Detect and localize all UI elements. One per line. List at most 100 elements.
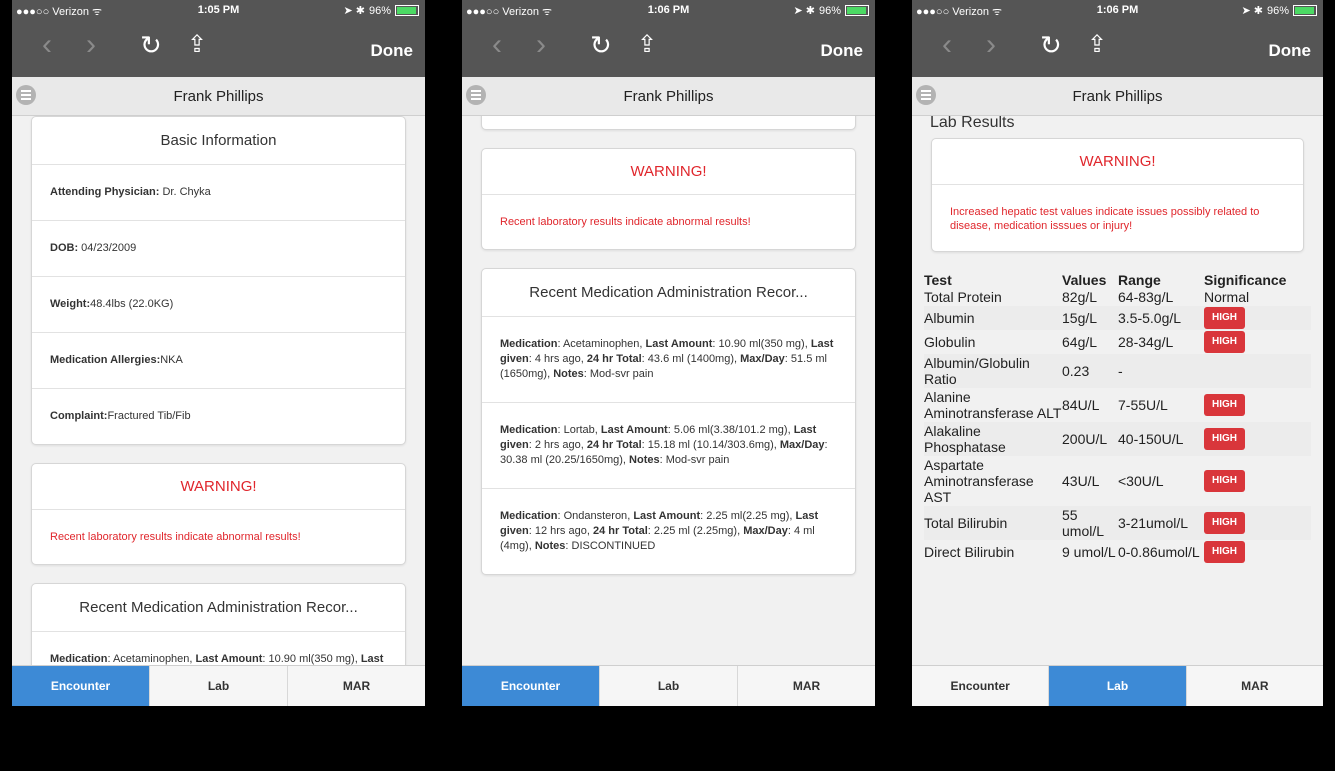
- tab-mar[interactable]: MAR: [737, 666, 875, 706]
- significance-cell: HIGH: [1204, 540, 1311, 564]
- tab-lab[interactable]: Lab: [149, 666, 287, 706]
- table-header-row: Test Values Range Significance: [924, 270, 1311, 288]
- high-badge: HIGH: [1204, 512, 1245, 534]
- significance-cell: [1204, 354, 1311, 388]
- status-bar: ●●●○○ Verizon ᯤ 1:06 PM ➤ ✱ 96%: [462, 0, 875, 20]
- mar-card: Recent Medication Administration Recor..…: [31, 583, 406, 666]
- reload-icon[interactable]: ↻: [1040, 30, 1062, 60]
- done-button[interactable]: Done: [371, 41, 414, 61]
- test-range: 7-55U/L: [1118, 397, 1168, 413]
- lab-results-table: Test Values Range Significance Total Pro…: [924, 270, 1311, 564]
- test-value: 15g/L: [1062, 306, 1118, 330]
- significance-cell: HIGH: [1204, 456, 1311, 506]
- test-value: 55 umol/L: [1062, 506, 1118, 540]
- mar-item: Medication: Ondansteron, Last Amount: 2.…: [500, 510, 819, 552]
- mar-item: Medication: Acetaminophen, Last Amount: …: [482, 317, 855, 403]
- forward-icon[interactable]: ›: [86, 30, 96, 60]
- tab-lab[interactable]: Lab: [1048, 666, 1186, 706]
- tab-mar[interactable]: MAR: [1185, 666, 1323, 706]
- table-row: Alakaline Phosphatase 200U/L 40-150U/L HIGH: [924, 422, 1311, 456]
- page-header: Frank Phillips: [462, 77, 875, 116]
- done-button[interactable]: Done: [821, 41, 864, 61]
- tab-encounter[interactable]: Encounter: [462, 666, 599, 706]
- battery-icon: [845, 5, 869, 16]
- status-bar: ●●●○○ Verizon ᯤ 1:05 PM ➤ ✱ 96%: [12, 0, 425, 20]
- warning-card: WARNING! Recent laboratory results indic…: [31, 463, 406, 565]
- mar-item: Medication: Acetaminophen, Last Amount: …: [50, 653, 384, 665]
- location-bluetooth-icon: ➤ ✱: [793, 5, 815, 17]
- complaint: Complaint:Fractured Tib/Fib: [50, 410, 191, 422]
- table-row: Globulin 64g/L 28-34g/L HIGH: [924, 330, 1311, 354]
- tab-encounter[interactable]: Encounter: [12, 666, 149, 706]
- test-range: <30U/L: [1118, 473, 1164, 489]
- column-header: Test: [924, 272, 952, 288]
- test-value: 82g/L: [1062, 289, 1098, 305]
- lab-results-title: Lab Results: [930, 116, 1015, 131]
- test-name: Alanine Aminotransferase ALT: [924, 389, 1062, 421]
- test-name: Total Protein: [924, 289, 1002, 305]
- table-row: Total Bilirubin 55 umol/L 3-21umol/L HIGH: [924, 506, 1311, 540]
- test-range: 40-150U/L: [1118, 422, 1204, 456]
- screen-encounter-top: ●●●○○ Verizon ᯤ 1:05 PM ➤ ✱ 96% ‹ › ↻ ⇪ …: [12, 0, 425, 706]
- share-icon[interactable]: ⇪: [637, 30, 657, 60]
- share-icon[interactable]: ⇪: [1087, 30, 1107, 60]
- reload-icon[interactable]: ↻: [140, 30, 162, 60]
- basic-info-card: Basic Information Attending Physician: D…: [31, 116, 406, 445]
- tab-bar: Encounter Lab MAR: [462, 665, 875, 706]
- reload-icon[interactable]: ↻: [590, 30, 612, 60]
- test-value: 84U/L: [1062, 397, 1100, 413]
- done-button[interactable]: Done: [1269, 41, 1312, 61]
- forward-icon[interactable]: ›: [536, 30, 546, 60]
- warning-title: WARNING!: [932, 139, 1303, 185]
- table-row: Aspartate Aminotransferase AST 43U/L <30U/…: [924, 456, 1311, 506]
- browser-navbar: ‹ › ↻ ⇪ Done: [462, 20, 875, 77]
- column-header: Significance: [1204, 272, 1287, 288]
- significance-cell: HIGH: [1204, 388, 1311, 422]
- battery-percent: 96%: [818, 4, 841, 17]
- location-bluetooth-icon: ➤ ✱: [343, 5, 365, 17]
- table-row: Alanine Aminotransferase ALT 84U/L 7-55U/L…: [924, 388, 1311, 422]
- content-area[interactable]: Complaint:Fractured Tib/Fib WARNING! Rec…: [462, 116, 875, 666]
- content-area[interactable]: Basic Information Attending Physician: D…: [12, 116, 425, 666]
- screen-lab: ●●●○○ Verizon ᯤ 1:06 PM ➤ ✱ 96% ‹ › ↻ ⇪ …: [912, 0, 1323, 706]
- significance-cell: HIGH: [1204, 506, 1311, 540]
- battery-percent: 96%: [1266, 4, 1289, 17]
- mar-header: Recent Medication Administration Recor..…: [32, 584, 405, 632]
- share-icon[interactable]: ⇪: [187, 30, 207, 60]
- patient-name: Frank Phillips: [623, 88, 714, 105]
- significance-cell: HIGH: [1204, 422, 1311, 456]
- forward-icon[interactable]: ›: [986, 30, 996, 60]
- test-value: 64g/L: [1062, 334, 1098, 350]
- test-value: 9 umol/L: [1062, 544, 1116, 560]
- basic-info-header: Basic Information: [32, 117, 405, 165]
- content-area[interactable]: Lab Results WARNING! Increased hepatic t…: [912, 116, 1323, 666]
- weight: Weight:48.4lbs (22.0KG): [32, 277, 405, 333]
- screen-encounter-scrolled: ●●●○○ Verizon ᯤ 1:06 PM ➤ ✱ 96% ‹ › ↻ ⇪ …: [462, 0, 875, 706]
- dob: DOB: 04/23/2009: [32, 221, 405, 277]
- patient-name: Frank Phillips: [1072, 88, 1163, 105]
- battery-icon: [395, 5, 419, 16]
- status-bar: ●●●○○ Verizon ᯤ 1:06 PM ➤ ✱ 96%: [912, 0, 1323, 20]
- back-icon[interactable]: ‹: [942, 30, 952, 60]
- patient-name: Frank Phillips: [173, 88, 264, 105]
- back-icon[interactable]: ‹: [492, 30, 502, 60]
- warning-card: WARNING! Recent laboratory results indic…: [481, 148, 856, 250]
- high-badge: HIGH: [1204, 394, 1245, 416]
- test-range: 3-21umol/L: [1118, 506, 1204, 540]
- tab-mar[interactable]: MAR: [287, 666, 425, 706]
- test-range: 64-83g/L: [1118, 289, 1174, 305]
- browser-navbar: ‹ › ↻ ⇪ Done: [12, 20, 425, 77]
- back-icon[interactable]: ‹: [42, 30, 52, 60]
- battery-icon: [1293, 5, 1317, 16]
- significance-cell: HIGH: [1204, 330, 1311, 354]
- high-badge: HIGH: [1204, 541, 1245, 563]
- warning-title: WARNING!: [482, 149, 855, 195]
- page-header: Frank Phillips: [12, 77, 425, 116]
- tab-lab[interactable]: Lab: [599, 666, 737, 706]
- test-name: Aspartate Aminotransferase AST: [924, 457, 1034, 505]
- page-header: Frank Phillips: [912, 77, 1323, 116]
- mar-card: Recent Medication Administration Recor..…: [481, 268, 856, 575]
- warning-text: Increased hepatic test values indicate i…: [950, 206, 1260, 232]
- attending-physician: Attending Physician: Dr. Chyka: [32, 165, 405, 221]
- tab-encounter[interactable]: Encounter: [912, 666, 1048, 706]
